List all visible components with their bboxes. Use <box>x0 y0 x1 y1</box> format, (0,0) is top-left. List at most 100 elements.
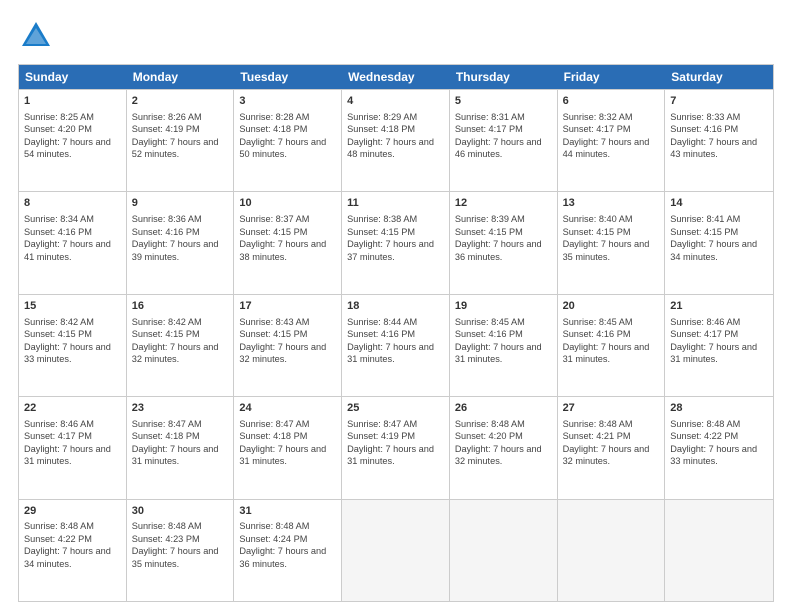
sunset-info: Sunset: 4:15 PM <box>455 227 523 237</box>
day-number: 26 <box>455 401 552 416</box>
cal-cell <box>558 500 666 601</box>
sunset-info: Sunset: 4:15 PM <box>347 227 415 237</box>
day-number: 19 <box>455 299 552 314</box>
daylight-info: Daylight: 7 hours and 31 minutes. <box>563 342 650 364</box>
day-number: 24 <box>239 401 336 416</box>
cal-cell: 26Sunrise: 8:48 AMSunset: 4:20 PMDayligh… <box>450 397 558 498</box>
sunset-info: Sunset: 4:16 PM <box>24 227 92 237</box>
cal-cell: 1 Sunrise: 8:25 AM Sunset: 4:20 PM Daylight… <box>19 90 127 191</box>
day-number: 9 <box>132 196 229 211</box>
day-number: 12 <box>455 196 552 211</box>
daylight-info: Daylight: 7 hours and 43 minutes. <box>670 137 757 159</box>
sunset-info: Sunset: 4:18 PM <box>239 431 307 441</box>
sunset-info: Sunset: 4:19 PM <box>347 431 415 441</box>
cal-cell: 22Sunrise: 8:46 AMSunset: 4:17 PMDayligh… <box>19 397 127 498</box>
sunrise-info: Sunrise: 8:48 AM <box>24 521 94 531</box>
day-number: 18 <box>347 299 444 314</box>
daylight-info: Daylight: 7 hours and 39 minutes. <box>132 239 219 261</box>
sunrise-info: Sunrise: 8:39 AM <box>455 214 525 224</box>
cal-cell: 15Sunrise: 8:42 AMSunset: 4:15 PMDayligh… <box>19 295 127 396</box>
sunrise-info: Sunrise: 8:46 AM <box>24 419 94 429</box>
sunrise-info: Sunrise: 8:34 AM <box>24 214 94 224</box>
daylight-info: Daylight: 7 hours and 31 minutes. <box>455 342 542 364</box>
day-number: 1 <box>24 94 121 109</box>
sunset-info: Sunset: 4:15 PM <box>132 329 200 339</box>
daylight-info: Daylight: 7 hours and 33 minutes. <box>24 342 111 364</box>
day-number: 14 <box>670 196 768 211</box>
daylight-info: Daylight: 7 hours and 34 minutes. <box>24 546 111 568</box>
daylight-info: Daylight: 7 hours and 36 minutes. <box>455 239 542 261</box>
cal-cell: 31Sunrise: 8:48 AMSunset: 4:24 PMDayligh… <box>234 500 342 601</box>
sunrise-info: Sunrise: 8:37 AM <box>239 214 309 224</box>
sunset-info: Sunset: 4:24 PM <box>239 534 307 544</box>
sunrise-info: Sunrise: 8:38 AM <box>347 214 417 224</box>
cal-week-1: 1 Sunrise: 8:25 AM Sunset: 4:20 PM Daylight… <box>19 89 773 191</box>
sunset-info: Sunset: 4:17 PM <box>24 431 92 441</box>
cal-cell: 28Sunrise: 8:48 AMSunset: 4:22 PMDayligh… <box>665 397 773 498</box>
sunset-info: Sunset: 4:15 PM <box>670 227 738 237</box>
daylight-info: Daylight: 7 hours and 37 minutes. <box>347 239 434 261</box>
sunrise-info: Sunrise: 8:32 AM <box>563 112 633 122</box>
day-number: 10 <box>239 196 336 211</box>
daylight-info: Daylight: 7 hours and 32 minutes. <box>132 342 219 364</box>
logo-icon <box>18 18 54 54</box>
cal-cell: 16Sunrise: 8:42 AMSunset: 4:15 PMDayligh… <box>127 295 235 396</box>
sunset-info: Sunset: 4:16 PM <box>347 329 415 339</box>
sunrise-info: Sunrise: 8:41 AM <box>670 214 740 224</box>
cal-cell: 27Sunrise: 8:48 AMSunset: 4:21 PMDayligh… <box>558 397 666 498</box>
sunset-info: Sunset: 4:20 PM <box>24 124 92 134</box>
daylight-info: Daylight: 7 hours and 52 minutes. <box>132 137 219 159</box>
cal-cell: 19Sunrise: 8:45 AMSunset: 4:16 PMDayligh… <box>450 295 558 396</box>
cal-cell <box>450 500 558 601</box>
calendar-header: SundayMondayTuesdayWednesdayThursdayFrid… <box>19 65 773 89</box>
cal-cell: 29Sunrise: 8:48 AMSunset: 4:22 PMDayligh… <box>19 500 127 601</box>
cal-header-monday: Monday <box>127 65 235 89</box>
sunrise-info: Sunrise: 8:48 AM <box>132 521 202 531</box>
cal-header-saturday: Saturday <box>665 65 773 89</box>
day-number: 27 <box>563 401 660 416</box>
daylight-info: Daylight: 7 hours and 50 minutes. <box>239 137 326 159</box>
sunrise-info: Sunrise: 8:28 AM <box>239 112 309 122</box>
cal-cell: 24Sunrise: 8:47 AMSunset: 4:18 PMDayligh… <box>234 397 342 498</box>
cal-cell <box>665 500 773 601</box>
sunrise-info: Sunrise: 8:31 AM <box>455 112 525 122</box>
cal-cell: 23 Sunrise: 8:47 AM Sunset: 4:18 PM Dayligh… <box>127 397 235 498</box>
sunrise-info: Sunrise: 8:47 AM <box>347 419 417 429</box>
sunrise-info: Sunrise: 8:40 AM <box>563 214 633 224</box>
day-number: 11 <box>347 196 444 211</box>
sunset-info: Sunset: 4:15 PM <box>24 329 92 339</box>
sunrise-info: Sunrise: 8:45 AM <box>455 317 525 327</box>
day-number: 31 <box>239 504 336 519</box>
sunrise-info: Sunrise: 8:33 AM <box>670 112 740 122</box>
daylight-info: Daylight: 7 hours and 35 minutes. <box>563 239 650 261</box>
day-number: 6 <box>563 94 660 109</box>
daylight-info: Daylight: 7 hours and 41 minutes. <box>24 239 111 261</box>
sunset-info: Sunset: 4:15 PM <box>239 329 307 339</box>
day-number: 23 <box>132 401 229 416</box>
daylight-info: Daylight: 7 hours and 31 minutes. <box>132 444 219 466</box>
sunrise-info: Sunrise: 8:36 AM <box>132 214 202 224</box>
sunset-info: Sunset: 4:16 PM <box>670 124 738 134</box>
cal-cell: 4Sunrise: 8:29 AMSunset: 4:18 PMDaylight… <box>342 90 450 191</box>
sunrise-info: Sunrise: 8:47 AM <box>132 419 202 429</box>
daylight-info: Daylight: 7 hours and 54 minutes. <box>24 137 111 159</box>
sunset-info: Sunset: 4:15 PM <box>563 227 631 237</box>
cal-cell: 2Sunrise: 8:26 AMSunset: 4:19 PMDaylight… <box>127 90 235 191</box>
sunrise-info: Sunrise: 8:46 AM <box>670 317 740 327</box>
sunset-info: Sunset: 4:17 PM <box>670 329 738 339</box>
cal-cell: 20Sunrise: 8:45 AMSunset: 4:16 PMDayligh… <box>558 295 666 396</box>
sunrise-info: Sunrise: 8:48 AM <box>239 521 309 531</box>
day-number: 30 <box>132 504 229 519</box>
cal-cell: 13Sunrise: 8:40 AMSunset: 4:15 PMDayligh… <box>558 192 666 293</box>
day-number: 4 <box>347 94 444 109</box>
day-number: 5 <box>455 94 552 109</box>
daylight-info: Daylight: 7 hours and 31 minutes. <box>670 342 757 364</box>
sunset-info: Sunset: 4:18 PM <box>132 431 200 441</box>
daylight-info: Daylight: 7 hours and 31 minutes. <box>347 342 434 364</box>
sunrise-info: Sunrise: 8:25 AM <box>24 112 94 122</box>
logo <box>18 18 58 54</box>
calendar: SundayMondayTuesdayWednesdayThursdayFrid… <box>18 64 774 602</box>
cal-week-3: 15Sunrise: 8:42 AMSunset: 4:15 PMDayligh… <box>19 294 773 396</box>
day-number: 8 <box>24 196 121 211</box>
cal-cell: 5Sunrise: 8:31 AMSunset: 4:17 PMDaylight… <box>450 90 558 191</box>
